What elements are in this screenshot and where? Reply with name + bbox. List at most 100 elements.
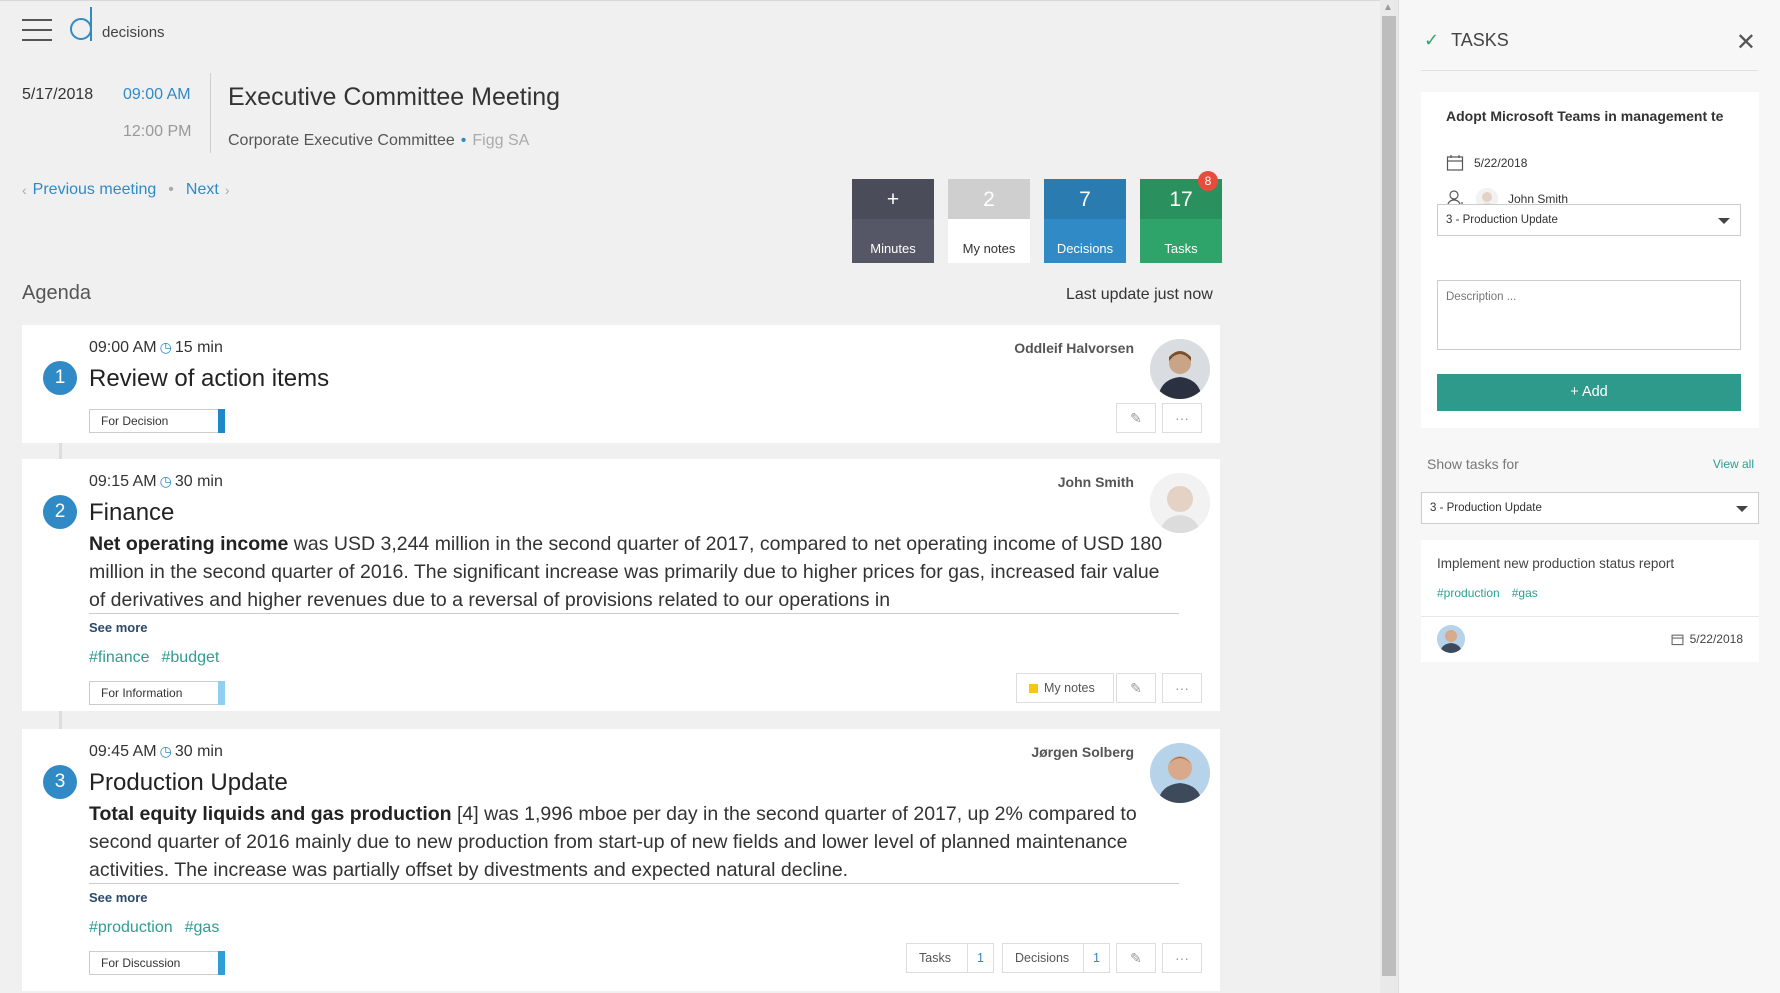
tasks-tile[interactable]: 17 Tasks 8 [1140,171,1222,263]
edit-icon[interactable]: ✎ [1116,403,1156,433]
clock-icon: ◷ [159,743,172,759]
company-name[interactable]: Figg SA [472,132,529,149]
meeting-end-time: 12:00 PM [123,123,192,140]
tag-list: #finance #budget [89,649,231,667]
hamburger-icon[interactable] [22,19,52,41]
divider [1421,616,1759,617]
header-divider [210,73,211,153]
check-icon: ✓ [1424,30,1440,50]
tag[interactable]: #budget [162,649,220,666]
see-more-link[interactable]: See more [89,890,148,905]
minutes-add-icon: + [852,179,934,219]
agenda-item-time: 09:15 AM ◷ 30 min [89,473,223,490]
panel-title: TASKS [1451,30,1509,50]
edit-icon[interactable]: ✎ [1116,943,1156,973]
description-input[interactable]: Description ... [1437,280,1741,350]
agenda-heading: Agenda [22,282,91,304]
main-area: decisions 5/17/2018 09:00 AM 12:00 PM Ex… [0,0,1380,993]
tag[interactable]: #finance [89,649,150,666]
avatar [1150,743,1210,803]
meeting-title: Executive Committee Meeting [228,83,561,111]
summary-tiles: + Minutes 2 My notes 7 Decisions 17 Task… [852,171,1222,263]
tag[interactable]: #production [1437,586,1500,600]
note-icon [1029,684,1038,694]
clock-icon: ◷ [159,473,172,489]
presenter-name: Oddleif Halvorsen [1014,340,1134,356]
app-name: decisions [102,24,165,41]
minutes-label: Minutes [870,241,916,256]
edit-icon[interactable]: ✎ [1116,673,1156,703]
avatar [1150,339,1210,399]
clock-icon: ◷ [159,339,172,355]
agenda-item-number: 3 [43,765,77,799]
tag[interactable]: #production [89,919,173,936]
chevron-right-icon: › [224,182,230,198]
agenda-item-time: 09:45 AM ◷ 30 min [89,743,223,760]
my-notes-label: My notes [962,241,1016,256]
plus-icon: + [1570,384,1582,400]
tasks-button[interactable]: Tasks 1 [906,943,994,973]
agenda-item-title[interactable]: Finance [89,499,174,527]
view-all-link[interactable]: View all [1713,457,1754,471]
meeting-date: 5/17/2018 [22,86,94,103]
decisions-button[interactable]: Decisions 1 [1002,943,1110,973]
agenda-item[interactable]: 3 09:45 AM ◷ 30 min Production Update Jørg… [22,729,1220,991]
committee-name[interactable]: Corporate Executive Committee [228,132,455,149]
status-badge: For Discussion [89,951,225,975]
task-list-item[interactable]: Implement new production status report #… [1421,540,1759,662]
tasks-new-badge: 8 [1198,171,1218,191]
task-title[interactable]: Implement new production status report [1437,556,1674,571]
scrollbar-thumb[interactable] [1382,16,1396,976]
agenda-item-description: Net operating income was USD 3,244 milli… [89,530,1179,614]
avatar [1150,473,1210,533]
meeting-start-time: 09:00 AM [123,86,191,103]
calendar-icon [1671,634,1684,645]
tasks-count: 1 [967,944,993,972]
next-meeting-link[interactable]: Next [186,181,219,199]
tag-list: #production #gas [1437,586,1550,600]
agenda-item-title[interactable]: Review of action items [89,365,329,393]
decisions-label: Decisions [1056,241,1114,256]
tag[interactable]: #gas [185,919,220,936]
task-filter-select[interactable]: 3 - Production Update [1421,492,1759,524]
tasks-label: Tasks [1164,241,1198,256]
agenda-item-time: 09:00 AM ◷ 15 min [89,339,223,356]
new-task-form: Adopt Microsoft Teams in management te 5… [1421,92,1759,428]
chevron-left-icon: ‹ [22,182,27,198]
more-icon[interactable]: ··· [1162,673,1202,703]
my-notes-tile[interactable]: 2 My notes [948,179,1030,263]
my-notes-button[interactable]: My notes [1016,673,1114,703]
close-icon[interactable]: ✕ [1736,28,1756,57]
minutes-tile[interactable]: + Minutes [852,179,934,263]
show-tasks-for-label: Show tasks for [1427,456,1519,472]
agenda-item[interactable]: 2 09:15 AM ◷ 30 min Finance John Smith Net… [22,459,1220,711]
decisions-count: 1 [1083,944,1109,972]
scroll-up-icon[interactable]: ▲ [1383,2,1393,13]
new-task-title-input[interactable]: Adopt Microsoft Teams in management te [1446,108,1736,124]
tag[interactable]: #gas [1512,586,1538,600]
previous-meeting-link[interactable]: Previous meeting [33,181,157,199]
avatar [1437,625,1465,653]
agenda-item-title[interactable]: Production Update [89,769,288,797]
agenda-item-number: 1 [43,361,77,395]
status-badge: For Decision [89,409,225,433]
agenda-item-select[interactable]: 3 - Production Update [1437,204,1741,236]
more-icon[interactable]: ··· [1162,943,1202,973]
agenda-item[interactable]: 1 09:00 AM ◷ 15 min Review of action items… [22,325,1220,443]
see-more-link[interactable]: See more [89,620,148,635]
tasks-panel: ✓ TASKS ✕ Adopt Microsoft Teams in manag… [1398,0,1780,993]
last-update-text: Last update just now [1066,286,1213,303]
status-badge: For Information [89,681,225,705]
my-notes-count: 2 [948,179,1030,219]
more-icon[interactable]: ··· [1162,403,1202,433]
meeting-committee: Corporate Executive Committee • Figg SA [228,132,530,149]
decisions-tile[interactable]: 7 Decisions [1044,179,1126,263]
decisions-count: 7 [1044,179,1126,219]
due-date-field[interactable]: 5/22/2018 [1446,154,1527,172]
chevron-down-icon [1736,506,1748,512]
chevron-down-icon [1718,218,1730,224]
tag-list: #production #gas [89,919,231,937]
presenter-name: John Smith [1057,474,1134,490]
add-task-button[interactable]: + Add [1437,374,1741,411]
meeting-navigation: ‹ Previous meeting • Next › [22,181,230,199]
